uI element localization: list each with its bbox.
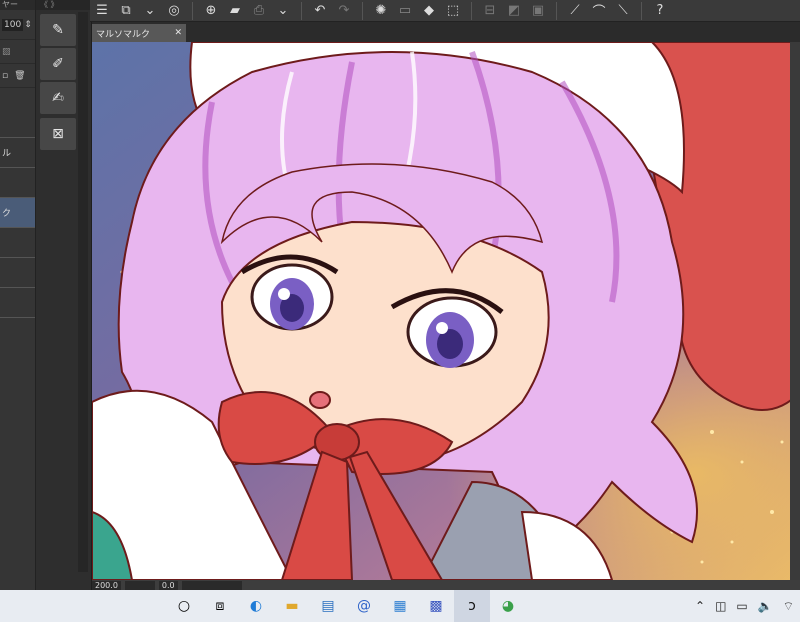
start-search-icon[interactable]: ○ [166,590,202,622]
mail-icon[interactable]: @ [346,590,382,622]
news-icon[interactable]: ▦ [382,590,418,622]
edge-icon[interactable]: ◐ [238,590,274,622]
opacity-row[interactable]: 100 ⇕ [0,10,35,40]
zoom-slider[interactable] [124,581,155,590]
layer-item[interactable] [0,258,35,288]
blend-mode-icon[interactable]: ▨ [2,47,11,57]
opacity-value[interactable]: 100 [2,18,24,31]
calendar-icon[interactable]: ▩ [418,590,454,622]
deselect-icon[interactable]: ⊟ [478,0,502,22]
canvas-vertical-scrollbar[interactable] [790,42,800,580]
app-window: ヤー 100 ⇕ ▨ ▫ 🗑 ル ク 《 》 ✎ ✐ ✍ ⊠ ☰ ⧉ ⌄ ◎ ⊕… [0,0,800,622]
chevron-down-icon[interactable]: ⌄ [138,0,162,22]
zoom-field[interactable]: 200.0 [92,581,121,590]
layer-panel: ヤー 100 ⇕ ▨ ▫ 🗑 ル ク [0,0,36,590]
redo-icon[interactable]: ↷ [332,0,356,22]
camera-icon[interactable]: ◫ [715,599,726,613]
loading-icon[interactable]: ✺ [369,0,393,22]
layer-item[interactable]: ル [0,138,35,168]
rotation-slider[interactable] [181,581,242,590]
clear-layer-icon[interactable]: ▭ [393,0,417,22]
sub-tool-column: 《 》 ✎ ✐ ✍ ⊠ [36,0,92,590]
taskbar: ○ ⧈ ◐ ▬ ▤ @ ▦ ▩ ↄ ◕ ⌃ ◫ ▭ 🔈 ⌔ [0,590,800,622]
tool-column-header[interactable]: 《 》 [36,0,91,10]
task-view-icon[interactable]: ⧈ [202,590,238,622]
help-icon[interactable]: ? [648,0,672,22]
save-icon[interactable]: ⎙ [247,0,271,22]
pen-swirl-icon[interactable]: ✍ [40,82,76,114]
pen-icon[interactable]: ⟍ [611,0,635,22]
swirl-icon[interactable]: ◎ [162,0,186,22]
layer-mask-icon[interactable]: ▫ [2,71,8,81]
undo-icon[interactable]: ↶ [308,0,332,22]
volume-icon[interactable]: 🔈 [758,599,773,613]
layer-item[interactable] [0,288,35,318]
layer-item[interactable] [0,228,35,258]
layer-panel-header: ヤー [0,0,35,10]
select-icon[interactable]: ▣ [526,0,550,22]
command-bar: ☰ ⧉ ⌄ ◎ ⊕ ▰ ⎙ ⌄ ↶ ↷ ✺ ▭ ◆ ⬚ ⊟ ◩ ▣ ⟋ ⌒ ⟍ … [90,0,800,22]
pen-settings-icon[interactable]: ✐ [40,48,76,80]
new-file-icon[interactable]: ⊕ [199,0,223,22]
clip-studio-icon[interactable]: ↄ [454,590,490,622]
layer-item[interactable] [0,168,35,198]
layer-item-selected[interactable]: ク [0,198,35,228]
clear-icon[interactable]: ⊠ [40,118,76,150]
brush-icon[interactable]: ⌒ [587,0,611,22]
artwork[interactable] [92,42,800,580]
open-folder-icon[interactable]: ▰ [223,0,247,22]
rotation-field[interactable]: 0.0 [158,581,178,590]
new-canvas-icon[interactable]: ⧉ [114,0,138,22]
fill-icon[interactable]: ◆ [417,0,441,22]
chevron-down-icon[interactable]: ⌄ [271,0,295,22]
explorer-icon[interactable]: ▬ [274,590,310,622]
battery-icon[interactable]: ▭ [736,599,747,613]
invert-icon[interactable]: ◩ [502,0,526,22]
close-icon[interactable]: ✕ [174,28,182,38]
paint-icon[interactable]: ◕ [490,590,526,622]
store-icon[interactable]: ▤ [310,590,346,622]
document-tab[interactable]: マルソマルク ✕ [92,24,186,42]
chevron-up-icon[interactable]: ⌃ [695,599,705,613]
layer-item[interactable] [0,108,35,138]
ruler-icon[interactable]: ⟋ [563,0,587,22]
tool-scrollbar[interactable] [78,12,88,572]
menu-icon[interactable]: ☰ [90,0,114,22]
canvas[interactable] [92,42,800,580]
system-tray: ⌃ ◫ ▭ 🔈 ⌔ [695,590,794,622]
document-title: マルソマルク [96,29,151,40]
layer-actions-row: ▫ 🗑 [0,64,35,88]
transform-icon[interactable]: ⬚ [441,0,465,22]
delete-layer-icon[interactable]: 🗑 [14,71,25,81]
blend-row[interactable]: ▨ [0,40,35,64]
spin-arrows-icon[interactable]: ⇕ [24,20,32,30]
pen-layer-icon[interactable]: ✎ [40,14,76,46]
wifi-icon[interactable]: ⌔ [783,599,794,614]
mouth [309,391,331,409]
